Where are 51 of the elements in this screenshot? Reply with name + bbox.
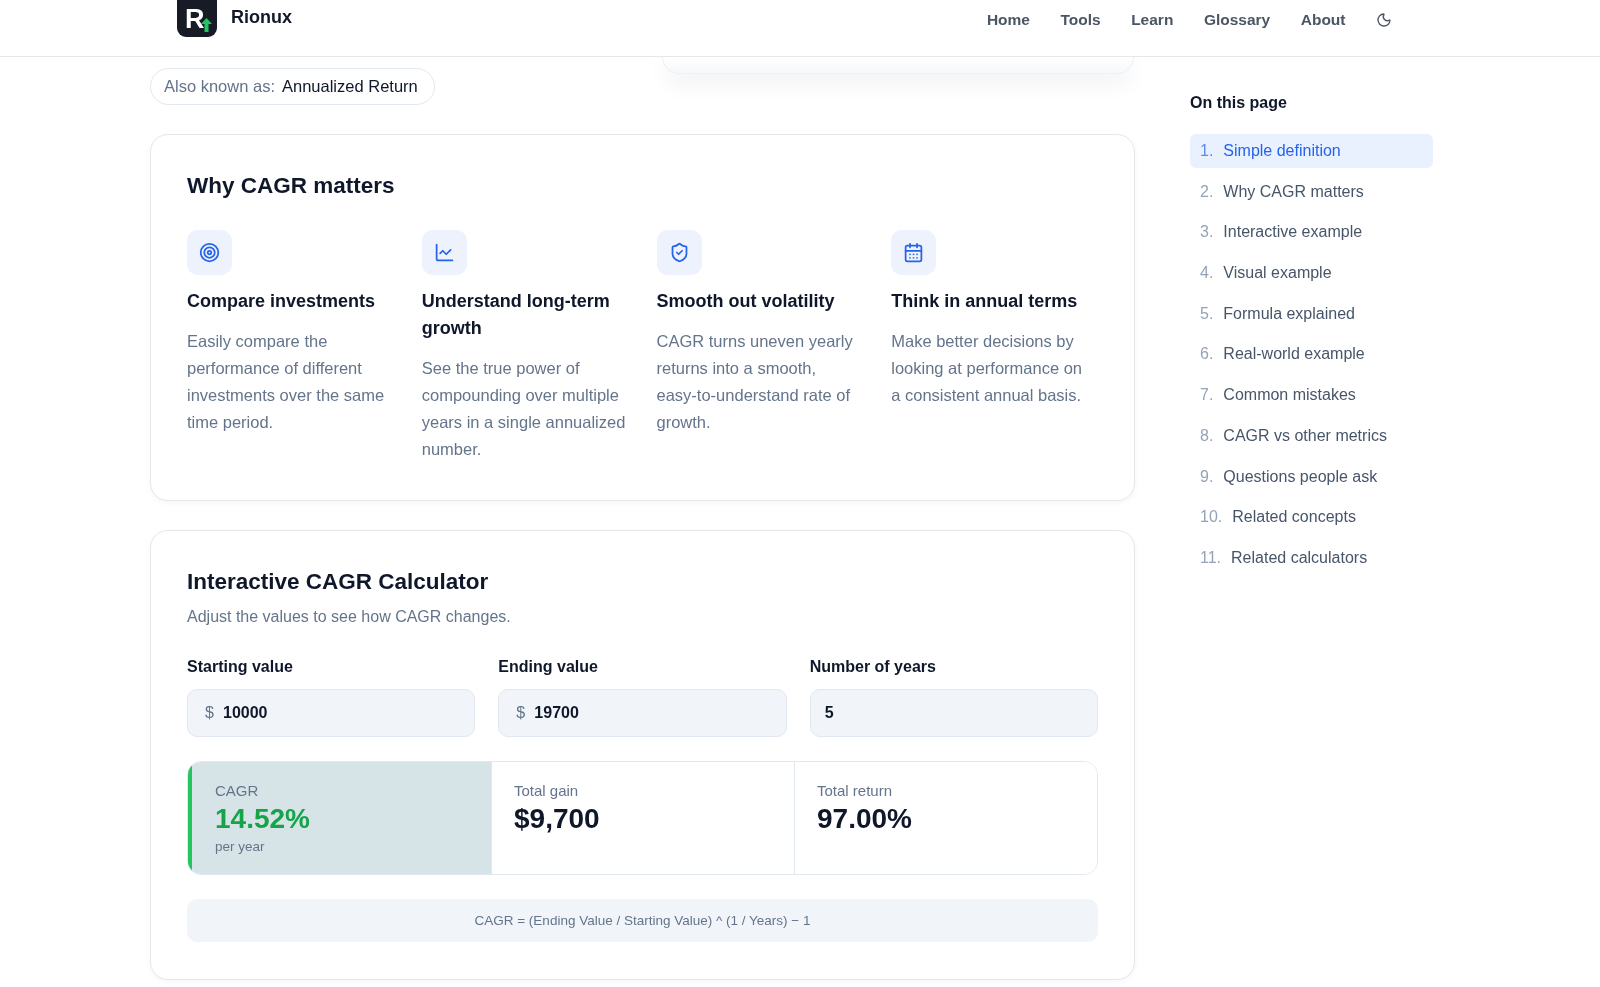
toc-link[interactable]: 11. Related calculators (1190, 540, 1433, 575)
toc-title: On this page (1190, 93, 1288, 113)
section-subtitle: Adjust the values to see how CAGR changes. (187, 607, 512, 627)
result-value: $9,700 (514, 803, 600, 835)
alias-label: Also known as: (164, 77, 275, 96)
field-label: Starting value (187, 657, 294, 677)
alias-value: Annualized Return (282, 77, 418, 96)
result-value: 97.00% (817, 803, 912, 835)
section-title: Why CAGR matters (187, 172, 396, 200)
line-chart-icon (421, 230, 467, 275)
section-title: Interactive CAGR Calculator (187, 568, 490, 596)
nav-link[interactable]: About (1300, 9, 1346, 31)
result-label: Total return (817, 781, 893, 801)
feature-title: Think in annual terms (891, 290, 1078, 313)
toc-link[interactable]: 6. Real-world example (1190, 337, 1433, 372)
number-input[interactable]: 5 (809, 689, 1098, 737)
feature-description: Make better decisions by looking at performance on a consistent annual basis. (891, 331, 1084, 406)
brand-logo[interactable]: R (177, 0, 217, 37)
toc-link[interactable]: 10. Related concepts (1190, 500, 1433, 535)
toc-link[interactable]: 8. CAGR vs other metrics (1190, 418, 1433, 453)
feature-description: See the true power of compounding over multiple years in a single annualized number. (421, 358, 626, 460)
feature-title: Smooth out volatility (656, 290, 835, 313)
toc-link[interactable]: 5. Formula explained (1190, 296, 1433, 331)
field-label: Ending value (498, 657, 599, 677)
target-icon (187, 230, 232, 275)
nav-link[interactable]: Glossary (1203, 9, 1271, 31)
result-note: per year (215, 838, 265, 856)
formula-note: CAGR = (Ending Value / Starting Value) ^ (1 / Years) − 1 (187, 899, 1098, 942)
result-label: Total gain (514, 781, 579, 801)
toc-link[interactable]: 2. Why CAGR matters (1190, 174, 1433, 209)
shield-check-icon (656, 230, 702, 275)
nav-link[interactable]: Tools (1060, 9, 1101, 31)
feature-title: Compare investments (187, 290, 376, 313)
currency-symbol: $ (516, 703, 526, 723)
toc-link[interactable]: 3. Interactive example (1190, 215, 1433, 250)
toc-link[interactable]: 1. Simple definition (1190, 134, 1433, 168)
result-value: 14.52% (215, 803, 310, 835)
moon-icon[interactable] (1376, 12, 1392, 28)
toc-link[interactable]: 9. Questions people ask (1190, 459, 1433, 494)
currency-symbol: $ (205, 703, 214, 723)
toc-link[interactable]: 7. Common mistakes (1190, 378, 1433, 413)
result-label: CAGR (215, 781, 259, 801)
calendar-icon (891, 230, 937, 275)
nav-link[interactable]: Learn (1131, 9, 1174, 31)
toc-link[interactable]: 4. Visual example (1190, 256, 1433, 291)
field-label: Number of years (809, 657, 937, 677)
feature-description: CAGR turns uneven yearly returns into a smooth, easy-to-understand rate of growth. (656, 331, 854, 433)
feature-title: Understand long-term growth (421, 290, 611, 340)
brand-name[interactable]: Rionux (231, 5, 292, 28)
feature-description: Easily compare the performance of different investments over the same time period. (187, 331, 386, 433)
nav-link[interactable]: Home (986, 9, 1030, 31)
